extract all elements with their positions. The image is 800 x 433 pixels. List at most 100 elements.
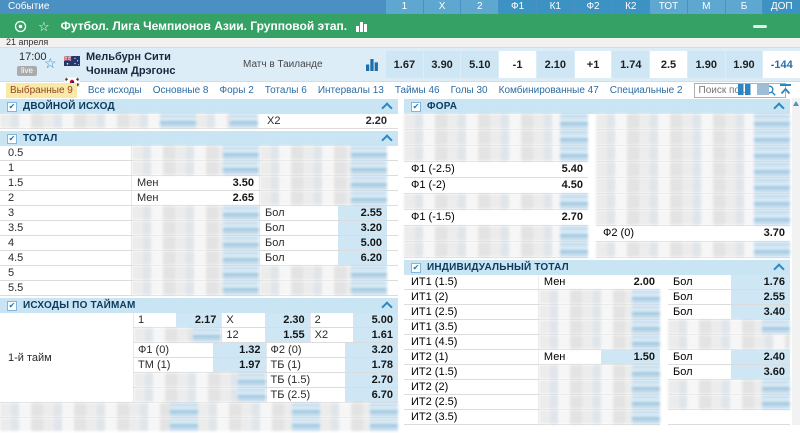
total-param: 4.5 (0, 251, 131, 265)
odds-value[interactable]: 1.78 (345, 358, 398, 372)
chevron-up-icon[interactable] (381, 301, 392, 312)
odds-value[interactable]: 1.76 (731, 275, 790, 289)
coupon-col-f1: Ф1 (499, 0, 536, 14)
odds-k2[interactable]: 1.74 (612, 51, 649, 78)
bet-label: X (222, 313, 264, 327)
tab-halves[interactable]: Таймы 46 (395, 85, 440, 96)
tab-selected[interactable]: Выбранные 9 (6, 83, 77, 98)
tab-combined[interactable]: Комбинированные 47 (499, 85, 599, 96)
odds-value[interactable]: 1.97 (213, 358, 266, 372)
odds-value[interactable]: 5.00 (338, 236, 387, 250)
bet-cell (259, 146, 387, 160)
section-header[interactable]: ✔ ИСХОДЫ ПО ТАЙМАМ (0, 298, 398, 313)
section-header[interactable]: ✔ ИНДИВИДУАЛЬНЫЙ ТОТАЛ (404, 260, 790, 275)
scroll-up-arrow-icon[interactable] (793, 101, 799, 106)
odds-value[interactable]: 1.32 (213, 343, 266, 357)
odds-value[interactable]: 4.50 (529, 178, 588, 193)
collapse-all-icon[interactable] (779, 84, 792, 95)
under-cell (538, 305, 660, 319)
coupon-header-bar: Событие 1 X 2 Ф1 К1 Ф2 К2 ТОТ М Б ДОП (0, 0, 800, 14)
odds-value[interactable]: 1.55 (265, 328, 310, 342)
odds-value[interactable]: 2.40 (731, 350, 790, 364)
match-statistics-icon[interactable] (366, 58, 379, 76)
one-column-view-icon[interactable] (757, 84, 769, 95)
checkbox-checked-icon[interactable]: ✔ (7, 301, 17, 311)
tab-main[interactable]: Основные 8 (153, 85, 209, 96)
odds-win1[interactable]: 1.67 (386, 51, 423, 78)
checkbox-checked-icon[interactable]: ✔ (7, 134, 17, 144)
odds-value[interactable]: 3.70 (731, 226, 790, 241)
odds-value[interactable]: 2.55 (731, 290, 790, 304)
target-icon[interactable] (14, 20, 27, 33)
odds-value[interactable]: 3.50 (210, 176, 259, 190)
statistics-chart-icon[interactable] (356, 20, 368, 32)
odds-value[interactable]: 2.70 (345, 373, 398, 387)
section-header[interactable]: ✔ ФОРА (404, 99, 790, 114)
bet-cell (133, 328, 221, 342)
censored-region (134, 328, 221, 342)
odds-value[interactable]: 3.20 (338, 221, 387, 235)
odds-value[interactable]: 6.20 (338, 251, 387, 265)
bet-label: 1 (134, 313, 176, 327)
checkbox-checked-icon[interactable]: ✔ (411, 263, 421, 273)
chevron-up-icon[interactable] (381, 102, 392, 113)
table-row: 3.5 Бол3.20 (0, 221, 398, 236)
chevron-up-icon[interactable] (773, 263, 784, 274)
match-teams-link[interactable]: Мельбурн Сити Чоннам Дрэгонс (86, 50, 175, 78)
bet-param: ИТ2 (2.5) (404, 395, 538, 409)
chevron-up-icon[interactable] (773, 102, 784, 113)
odds-win2[interactable]: 5.10 (461, 51, 498, 78)
two-column-view-icon[interactable] (738, 84, 751, 95)
section-header[interactable]: ✔ ТОТАЛ (0, 131, 398, 146)
censored-region (260, 191, 387, 205)
bet-cell (133, 373, 266, 387)
odds-value[interactable]: 5.00 (353, 313, 398, 327)
odds-value[interactable]: 2.30 (265, 313, 310, 327)
tab-intervals[interactable]: Интервалы 13 (318, 85, 384, 96)
odds-value[interactable]: 2.70 (529, 210, 588, 225)
bet-label: Ф1 (-2) (404, 178, 529, 193)
checkbox-checked-icon[interactable]: ✔ (7, 102, 17, 112)
tab-special[interactable]: Специальные 2 (610, 85, 683, 96)
odds-value[interactable]: 2.55 (338, 206, 387, 220)
table-row: ИТ1 (2) Бол2.55 (404, 290, 790, 305)
section-header[interactable]: ✔ ДВОЙНОЙ ИСХОД (0, 99, 398, 114)
odds-value[interactable]: 3.40 (731, 305, 790, 319)
odds-draw[interactable]: 3.90 (424, 51, 461, 78)
over-cell: Бол2.40 (668, 350, 790, 365)
tab-goals[interactable]: Голы 30 (451, 85, 488, 96)
favorite-star-icon[interactable]: ☆ (38, 20, 50, 33)
censored-region (404, 146, 588, 161)
odds-over[interactable]: 1.90 (726, 51, 763, 78)
odds-value[interactable]: 6.70 (345, 388, 398, 402)
favorite-star-icon[interactable]: ☆ (44, 55, 57, 71)
total-param: 3.5 (0, 221, 131, 235)
total-param: 4 (0, 236, 131, 250)
odds-value[interactable]: 3.20 (345, 343, 398, 357)
odds-under[interactable]: 1.90 (688, 51, 725, 78)
odds-value[interactable]: 2.20 (337, 114, 398, 128)
checkbox-checked-icon[interactable]: ✔ (411, 102, 421, 112)
odds-value[interactable]: 1.61 (353, 328, 398, 342)
bet-label: Мен (132, 176, 210, 190)
more-markets-count[interactable]: -144 (763, 51, 800, 78)
tab-totals[interactable]: Тоталы 6 (265, 85, 307, 96)
chevron-up-icon[interactable] (381, 134, 392, 145)
vertical-scrollbar[interactable] (792, 98, 800, 425)
tab-handicaps[interactable]: Форы 2 (220, 85, 254, 96)
odds-k1[interactable]: 2.10 (537, 51, 574, 78)
bet-param: ИТ1 (1.5) (404, 275, 538, 289)
tab-all-outcomes[interactable]: Все исходы (88, 85, 142, 96)
bet-cell: Ф1 (-1.5)2.70 (404, 210, 588, 226)
odds-value[interactable]: 3.60 (731, 365, 790, 379)
odds-value[interactable]: 1.50 (601, 350, 660, 364)
odds-value[interactable]: 5.40 (529, 162, 588, 177)
odds-value[interactable]: 2.65 (210, 191, 259, 205)
odds-value[interactable]: 2.00 (601, 275, 660, 289)
odds-value[interactable]: 2.17 (176, 313, 221, 327)
collapse-league-icon[interactable] (753, 25, 767, 28)
league-title[interactable]: Футбол. Лига Чемпионов Азии. Групповой э… (61, 19, 347, 33)
over-cell (668, 335, 790, 350)
under-cell (538, 380, 660, 394)
under-cell (538, 410, 660, 424)
